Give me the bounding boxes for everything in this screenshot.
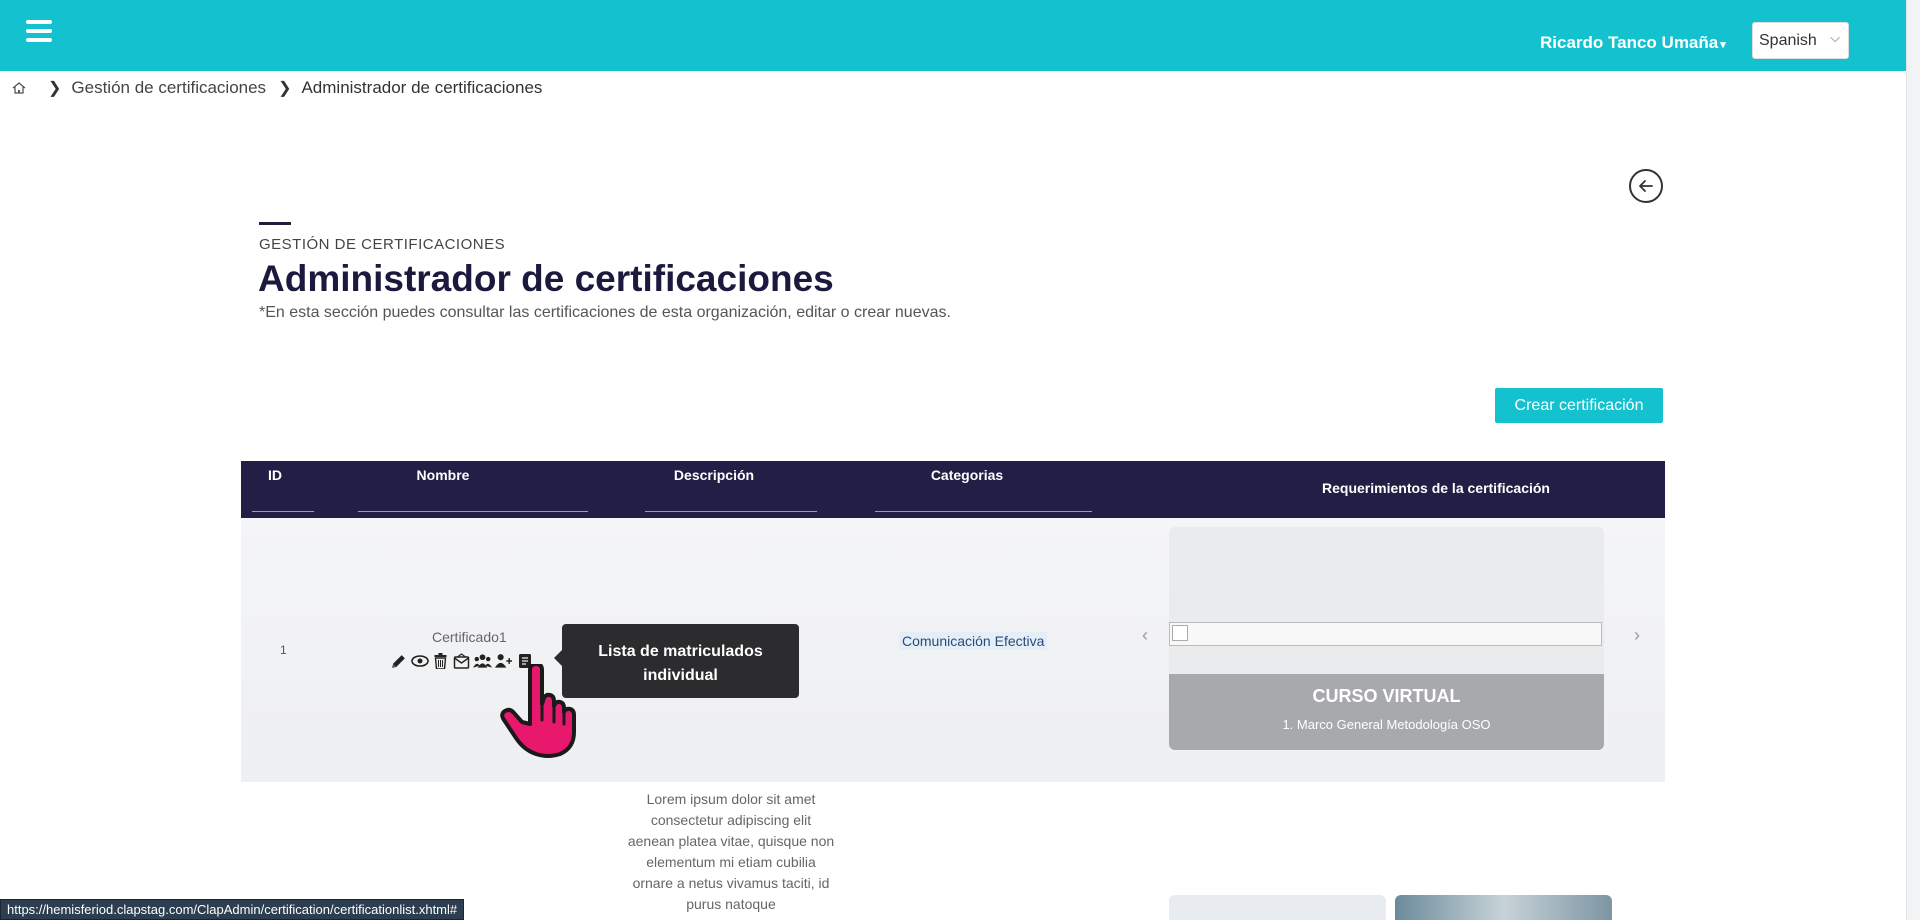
requirement-type: CURSO VIRTUAL bbox=[1312, 686, 1461, 706]
top-bar: Ricardo Tanco Umaña ▾ Spanish ⌵ bbox=[0, 0, 1906, 71]
status-bar-url: https://hemisferiod.clapstag.com/ClapAdm… bbox=[0, 899, 465, 920]
column-header-categorias[interactable]: Categorias bbox=[877, 467, 1057, 483]
requirement-thumbnail[interactable] bbox=[1395, 895, 1612, 920]
breadcrumb-item-current: Administrador de certificaciones bbox=[301, 78, 543, 97]
menu-icon[interactable] bbox=[26, 20, 52, 46]
create-certification-button[interactable]: Crear certificación bbox=[1495, 388, 1663, 423]
filter-underline[interactable] bbox=[645, 511, 817, 512]
chevron-left-icon[interactable]: ‹ bbox=[1142, 625, 1148, 646]
mail-icon[interactable] bbox=[452, 652, 471, 670]
trash-icon[interactable] bbox=[431, 652, 450, 670]
column-header-requerimientos[interactable]: Requerimientos de la certificación bbox=[1201, 480, 1671, 496]
users-icon[interactable] bbox=[473, 652, 492, 670]
page-subtitle: *En esta sección puedes consultar las ce… bbox=[259, 304, 951, 321]
column-header-descripcion[interactable]: Descripción bbox=[624, 467, 804, 483]
filter-underline[interactable] bbox=[875, 511, 1092, 512]
scrollbar[interactable] bbox=[1906, 0, 1920, 920]
page-eyebrow: GESTIÓN DE CERTIFICACIONES bbox=[259, 236, 506, 253]
tooltip: Lista de matriculados individual bbox=[554, 624, 799, 698]
chevron-right-icon: ❯ bbox=[278, 80, 292, 97]
column-header-id[interactable]: ID bbox=[249, 467, 301, 483]
chevron-right-icon[interactable]: › bbox=[1634, 625, 1640, 646]
category-tag: Comunicación Efectiva bbox=[899, 632, 1048, 650]
caret-down-icon: ▾ bbox=[1720, 39, 1726, 51]
requirement-thumbnail[interactable] bbox=[1169, 895, 1386, 920]
title-accent-line bbox=[259, 222, 291, 225]
cell-name: Certificado1 bbox=[432, 629, 507, 645]
chevron-right-icon: ❯ bbox=[48, 80, 62, 97]
pencil-icon[interactable] bbox=[389, 652, 408, 670]
chevron-down-icon: ⌵ bbox=[1830, 30, 1840, 45]
requirement-image bbox=[1169, 622, 1602, 646]
requirement-label: CURSO VIRTUAL 1. Marco General Metodolog… bbox=[1169, 674, 1604, 750]
breadcrumb-item-gestion[interactable]: Gestión de certificaciones bbox=[71, 78, 266, 98]
language-select[interactable]: Spanish ⌵ bbox=[1752, 22, 1849, 59]
filter-underline[interactable] bbox=[358, 511, 588, 512]
user-menu[interactable]: Ricardo Tanco Umaña ▾ bbox=[1540, 33, 1726, 53]
user-name: Ricardo Tanco Umaña bbox=[1540, 33, 1719, 52]
language-value: Spanish bbox=[1759, 32, 1817, 49]
breadcrumb: ❯ Gestión de certificaciones ❯ Administr… bbox=[12, 78, 542, 98]
cell-id: 1 bbox=[280, 643, 287, 657]
table-header: ID Nombre Descripción Categorias Requeri… bbox=[241, 461, 1665, 518]
eye-icon[interactable] bbox=[410, 652, 429, 670]
home-icon[interactable] bbox=[12, 81, 26, 95]
requirement-card[interactable]: CURSO VIRTUAL 1. Marco General Metodolog… bbox=[1169, 527, 1604, 750]
requirement-name: 1. Marco General Metodología OSO bbox=[1282, 717, 1491, 732]
column-header-nombre[interactable]: Nombre bbox=[353, 467, 533, 483]
back-button[interactable] bbox=[1629, 169, 1663, 203]
broken-image-icon bbox=[1172, 625, 1188, 641]
filter-underline[interactable] bbox=[252, 511, 314, 512]
description-text: Lorem ipsum dolor sit amet consectetur a… bbox=[627, 791, 835, 912]
page-title: Administrador de certificaciones bbox=[258, 258, 834, 299]
arrow-left-icon bbox=[1639, 180, 1653, 192]
hand-cursor-icon bbox=[500, 664, 576, 758]
